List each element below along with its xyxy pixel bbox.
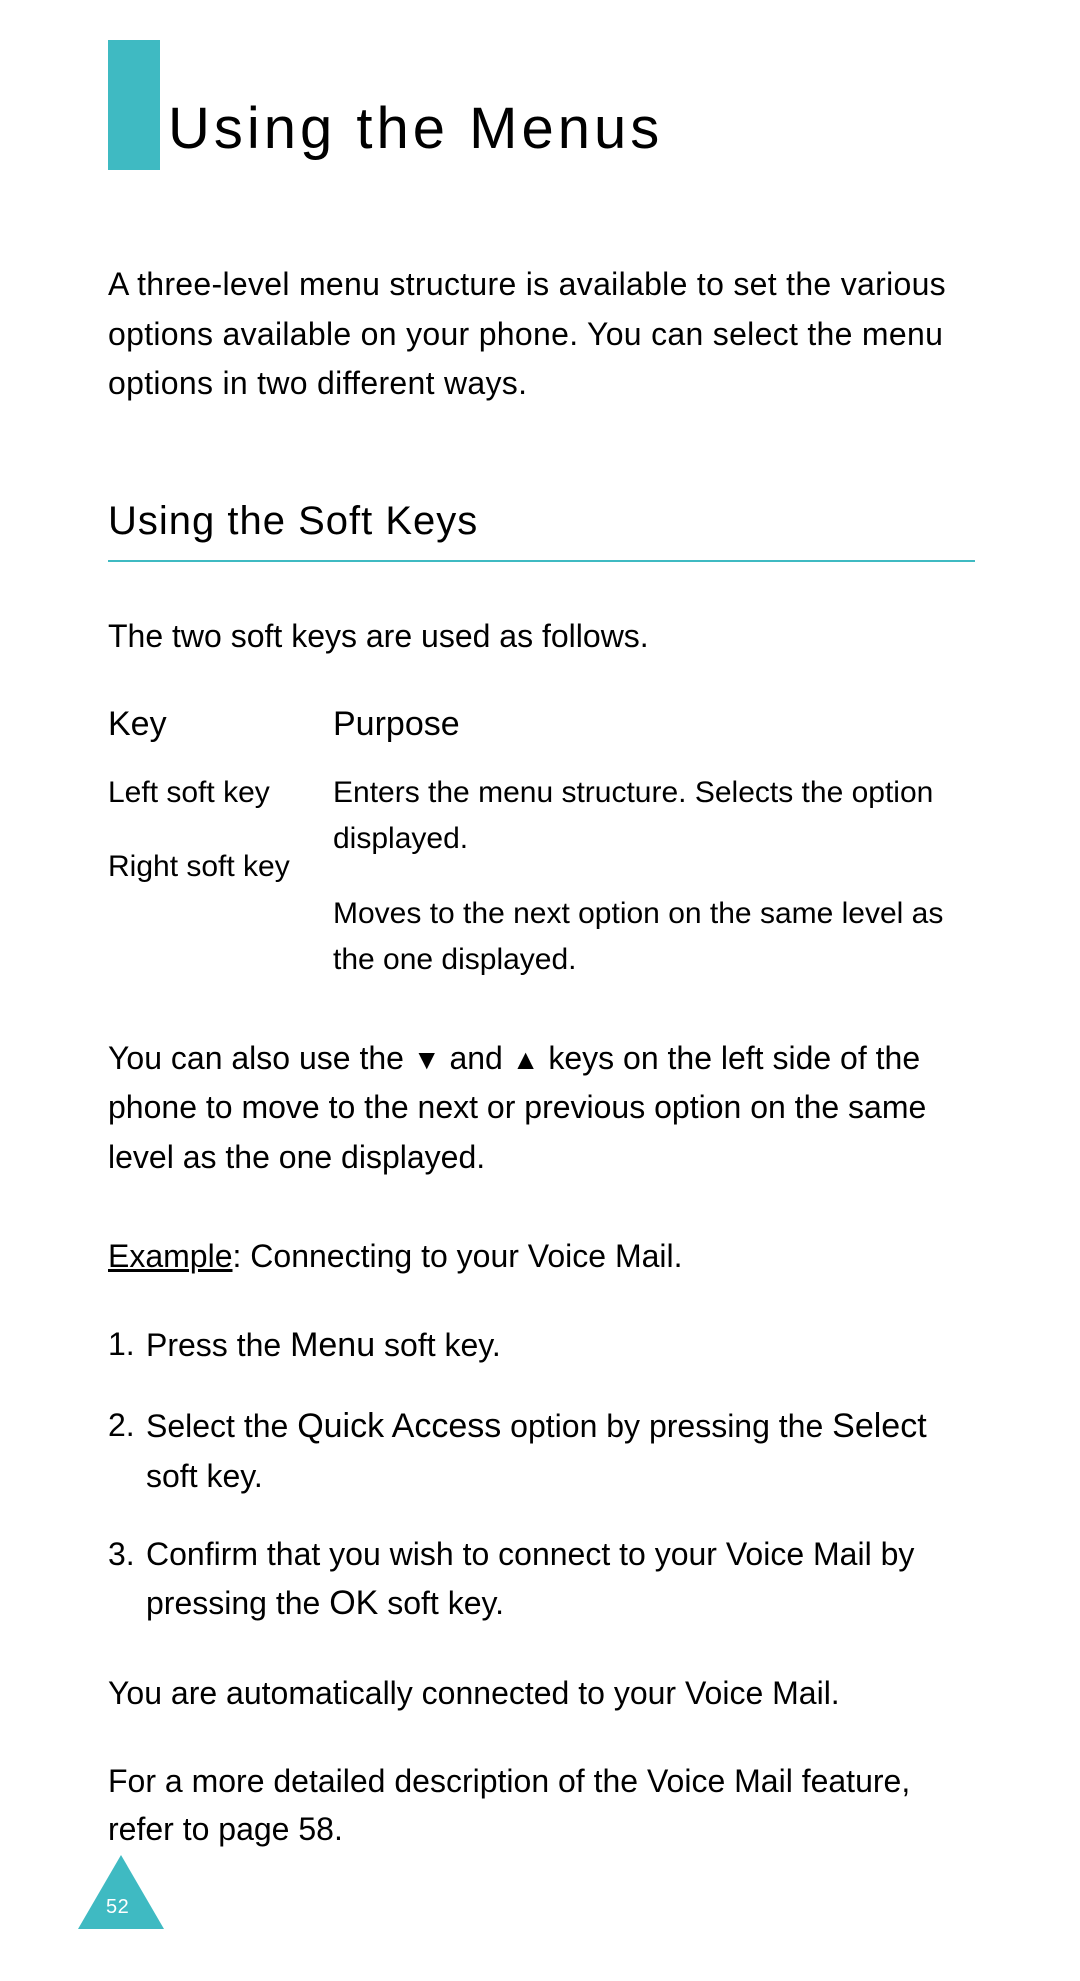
- page-header: Using the Menus: [108, 40, 975, 170]
- arrow-text-2: and: [441, 1040, 512, 1076]
- page-number: 52: [106, 1896, 129, 1919]
- step-3-prefix: Confirm that you wish to connect to your…: [146, 1536, 914, 1621]
- step-2-prefix: Select the: [146, 1408, 297, 1444]
- step-1-prefix: Press the: [146, 1327, 290, 1363]
- section-rule: [108, 560, 975, 562]
- step-2: Select the Quick Access option by pressi…: [108, 1401, 975, 1500]
- steps-list: Press the Menu soft key. Select the Quic…: [108, 1320, 975, 1629]
- section-title: Using the Soft Keys: [108, 499, 975, 544]
- example-rest: : Connecting to your Voice Mail.: [233, 1238, 683, 1274]
- step-3: Confirm that you wish to connect to your…: [108, 1530, 975, 1629]
- table-cell-purpose-1: Moves to the next option on the same lev…: [333, 891, 975, 984]
- arrow-text-1: You can also use the: [108, 1040, 413, 1076]
- softkey-table: Key Left soft key Right soft key Purpose…: [108, 705, 975, 984]
- table-col-purpose: Purpose Enters the menu structure. Selec…: [333, 705, 975, 984]
- section-lead: The two soft keys are used as follows.: [108, 612, 975, 660]
- header-accent-bar: [108, 40, 160, 170]
- page-title: Using the Menus: [168, 95, 663, 162]
- table-cell-key-1: Right soft key: [108, 844, 333, 891]
- example-line: Example: Connecting to your Voice Mail.: [108, 1238, 975, 1275]
- table-cell-purpose-0: Enters the menu structure. Selects the o…: [333, 770, 975, 863]
- step-2-suffix: option by pressing the: [501, 1408, 832, 1444]
- step-3-keyword: OK: [329, 1584, 378, 1622]
- table-header-key: Key: [108, 705, 333, 744]
- arrow-instructions: You can also use the ▼ and ▲ keys on the…: [108, 1034, 975, 1183]
- closing-paragraph-1: You are automatically connected to your …: [108, 1669, 975, 1717]
- manual-page: Using the Menus A three-level menu struc…: [0, 0, 1080, 1981]
- up-arrow-icon: ▲: [512, 1044, 540, 1075]
- step-2-keyword: Quick Access: [297, 1407, 501, 1445]
- step-2-keyword2: Select: [832, 1407, 927, 1445]
- intro-paragraph: A three-level menu structure is availabl…: [108, 260, 975, 409]
- step-3-suffix: soft key.: [378, 1585, 504, 1621]
- example-label: Example: [108, 1238, 233, 1274]
- table-col-key: Key Left soft key Right soft key: [108, 705, 333, 984]
- down-arrow-icon: ▼: [413, 1044, 441, 1075]
- step-1-suffix: soft key.: [375, 1327, 501, 1363]
- step-1: Press the Menu soft key.: [108, 1320, 975, 1371]
- step-1-keyword: Menu: [290, 1326, 375, 1364]
- table-cell-key-0: Left soft key: [108, 770, 333, 817]
- closing-paragraph-2: For a more detailed description of the V…: [108, 1757, 975, 1853]
- table-header-purpose: Purpose: [333, 705, 975, 744]
- step-2-suffix2: soft key.: [146, 1458, 263, 1494]
